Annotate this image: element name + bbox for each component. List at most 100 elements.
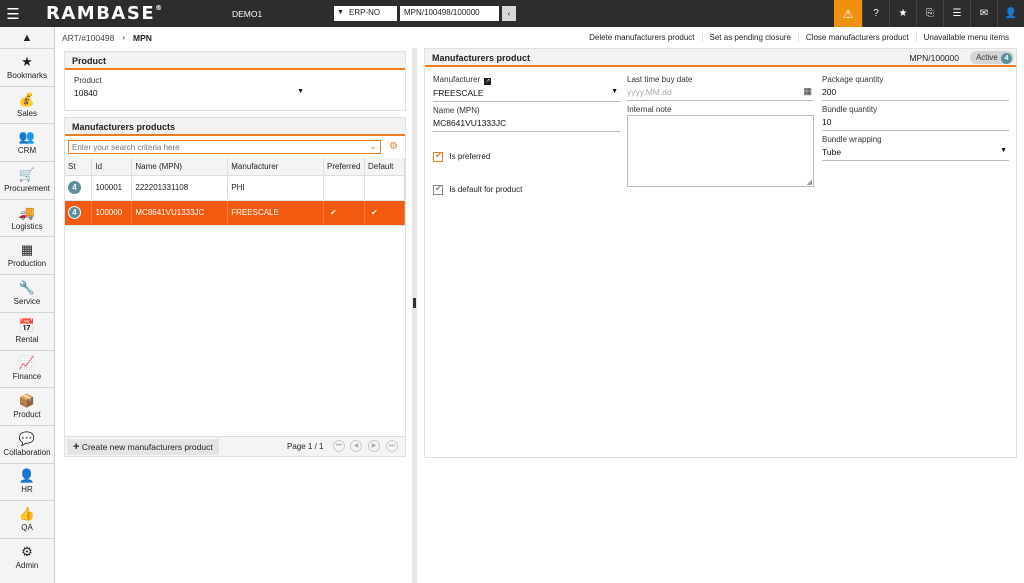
sidebar-item-logistics[interactable]: 🚚 Logistics xyxy=(0,200,54,238)
close-mpn-button[interactable]: Close manufacturers product xyxy=(797,33,916,42)
page-info: Page 1 / 1 xyxy=(287,442,324,451)
column-header-preferred[interactable]: Preferred xyxy=(323,158,366,176)
name-mpn-field[interactable]: MC8641VU1333JC xyxy=(433,115,620,132)
list-footer: + Create new manufacturers product Page … xyxy=(65,436,405,456)
sidebar: ▲ ★ Bookmarks 💰 Sales 👥 CRM 🛒 Procurement 🚚 L… xyxy=(0,27,55,583)
row-manufacturer: FREESCALE xyxy=(227,200,325,226)
breadcrumb-parent[interactable]: ART/#100498 xyxy=(62,33,114,43)
chevron-down-icon[interactable]: ⌄ xyxy=(369,141,377,152)
unavailable-menu-items-button[interactable]: Unavailable menu items xyxy=(915,33,1016,42)
sidebar-item-production[interactable]: ▦ Production xyxy=(0,237,54,276)
detail-column-3: Package quantity 200 Bundle quantity 10 … xyxy=(822,75,1009,161)
hamburger-menu-icon[interactable]: ☰ xyxy=(0,0,26,27)
company-name[interactable]: DEMO1 xyxy=(232,9,262,19)
column-header-default[interactable]: Default xyxy=(364,158,405,176)
product-select[interactable]: 10840 ▼ xyxy=(74,85,306,101)
first-page-icon[interactable]: ⏮ xyxy=(333,440,345,452)
row-preferred: ✔ xyxy=(323,200,366,226)
object-id: MPN/100000 xyxy=(909,53,959,63)
chat-icon: 💬 xyxy=(18,430,36,446)
help-icon[interactable]: ? xyxy=(862,0,889,27)
sidebar-item-service[interactable]: 🔧 Service xyxy=(0,275,54,313)
table-header-row: St Id Name (MPN) Manufacturer Preferred … xyxy=(65,158,405,176)
is-default-label: Is default for product xyxy=(449,185,523,195)
checkmark-icon: ✔ xyxy=(435,149,443,160)
next-page-icon[interactable]: ▶ xyxy=(368,440,380,452)
panel-splitter[interactable] xyxy=(412,48,417,583)
chart-line-icon: 📈 xyxy=(18,355,36,371)
checkmark-icon: ✔ xyxy=(435,182,443,193)
name-mpn-label: Name (MPN) xyxy=(433,106,480,115)
column-header-manufacturer[interactable]: Manufacturer xyxy=(227,158,325,176)
external-link-icon[interactable]: ↗ xyxy=(484,78,492,85)
is-preferred-checkbox[interactable]: ✔ xyxy=(433,149,443,162)
star-icon[interactable]: ★ xyxy=(889,0,916,27)
top-bar: ☰ RAMBASE ® DEMO1 ▼ ERP-NO MPN/100498/1000… xyxy=(0,0,1024,27)
table-row[interactable]: 4 100000 MC8641VU1333JC FREESCALE ✔ ✔ xyxy=(65,200,405,226)
warning-icon[interactable]: ⚠ xyxy=(834,0,862,27)
user-icon[interactable]: 👤 xyxy=(997,0,1024,27)
set-pending-closure-button[interactable]: Set as pending closure xyxy=(701,33,798,42)
is-preferred-checkbox-row[interactable]: ✔ Is preferred xyxy=(433,149,620,165)
row-default: ✔ xyxy=(364,200,405,226)
detail-column-2: Last time buy date yyyy.MM.dd ▦ Internal… xyxy=(627,75,814,187)
bundle-qty-field[interactable]: 10 xyxy=(822,114,1009,131)
manufacturer-select[interactable]: FREESCALE ▼ xyxy=(433,85,620,102)
calendar-icon[interactable]: ▦ xyxy=(803,86,812,97)
row-name: 222201331108 xyxy=(131,175,229,201)
column-header-id[interactable]: Id xyxy=(91,158,133,176)
status-badge: 4 xyxy=(68,181,81,194)
mpn-table: St Id Name (MPN) Manufacturer Preferred … xyxy=(65,158,405,226)
status-badge: 4 xyxy=(68,206,81,219)
column-header-st[interactable]: St xyxy=(65,158,93,176)
resize-handle-icon[interactable]: ◢ xyxy=(807,178,812,186)
truck-icon: 🚚 xyxy=(18,204,36,220)
mail-icon[interactable]: ✉ xyxy=(970,0,997,27)
sidebar-item-product[interactable]: 📦 Product xyxy=(0,388,54,426)
sidebar-item-hr[interactable]: 👤 HR xyxy=(0,464,54,502)
calendar-money-icon: 📅 xyxy=(18,317,36,333)
sidebar-item-sales[interactable]: 💰 Sales xyxy=(0,87,54,125)
bundle-wrapping-select[interactable]: Tube ▼ xyxy=(822,144,1009,161)
sidebar-item-collaboration[interactable]: 💬 Collaboration xyxy=(0,426,54,464)
last-buy-date-field[interactable]: yyyy.MM.dd ▦ xyxy=(627,84,814,101)
back-button[interactable]: ‹ xyxy=(502,6,516,21)
create-mpn-button[interactable]: + Create new manufacturers product xyxy=(67,439,219,455)
table-row[interactable]: 4 100001 222201331108 PHI xyxy=(65,175,405,201)
product-panel: Product Product 10840 ▼ xyxy=(64,51,406,111)
sidebar-item-qa[interactable]: 👍 QA xyxy=(0,501,54,539)
package-qty-field[interactable]: 200 xyxy=(822,84,1009,101)
sidebar-item-crm[interactable]: 👥 CRM xyxy=(0,124,54,163)
sidebar-item-admin[interactable]: ⚙ Admin xyxy=(0,539,54,577)
search-box: ⌄ xyxy=(68,140,381,154)
chevron-down-icon: ▼ xyxy=(611,88,618,95)
prev-page-icon[interactable]: ◀ xyxy=(350,440,362,452)
row-default xyxy=(364,175,405,201)
search-input[interactable] xyxy=(69,141,359,153)
wrench-icon: 🔧 xyxy=(18,279,36,295)
delete-mpn-button[interactable]: Delete manufacturers product xyxy=(582,33,701,42)
splitter-handle[interactable] xyxy=(413,298,416,308)
sidebar-item-rental[interactable]: 📅 Rental xyxy=(0,313,54,351)
breadcrumb-current: MPN xyxy=(132,32,152,43)
rambase-logo[interactable]: RAMBASE ® xyxy=(46,3,206,24)
erp-select[interactable]: ▼ ERP-NO xyxy=(334,6,397,21)
last-page-icon[interactable]: ⏭ xyxy=(386,440,398,452)
chevron-up-icon[interactable]: ▲ xyxy=(0,27,54,49)
sidebar-item-procurement[interactable]: 🛒 Procurement xyxy=(0,162,54,200)
chevron-down-icon: ▼ xyxy=(297,88,304,95)
paperclip-icon[interactable]: ⎘ xyxy=(916,0,943,27)
column-header-name[interactable]: Name (MPN) xyxy=(131,158,229,176)
list-icon[interactable]: ☰ xyxy=(943,0,970,27)
product-field-label: Product xyxy=(74,76,102,85)
main-content: Product Product 10840 ▼ Manufacturers pro… xyxy=(55,48,1024,583)
internal-note-textarea[interactable]: ◢ xyxy=(627,115,814,187)
gear-icon[interactable]: ⚙ xyxy=(389,141,398,152)
sidebar-item-bookmarks[interactable]: ★ Bookmarks xyxy=(0,49,54,87)
mpn-detail-title: Manufacturers product MPN/100000 Active … xyxy=(425,49,1016,67)
sidebar-item-finance[interactable]: 📈 Finance xyxy=(0,351,54,389)
is-default-checkbox-row[interactable]: ✔ Is default for product xyxy=(433,182,620,198)
manufacturers-products-panel: Manufacturers products ⌄ ⚙ St Id Name (M… xyxy=(64,117,406,457)
is-default-checkbox[interactable]: ✔ xyxy=(433,182,443,195)
object-input[interactable]: MPN/100498/100000 xyxy=(400,6,499,21)
